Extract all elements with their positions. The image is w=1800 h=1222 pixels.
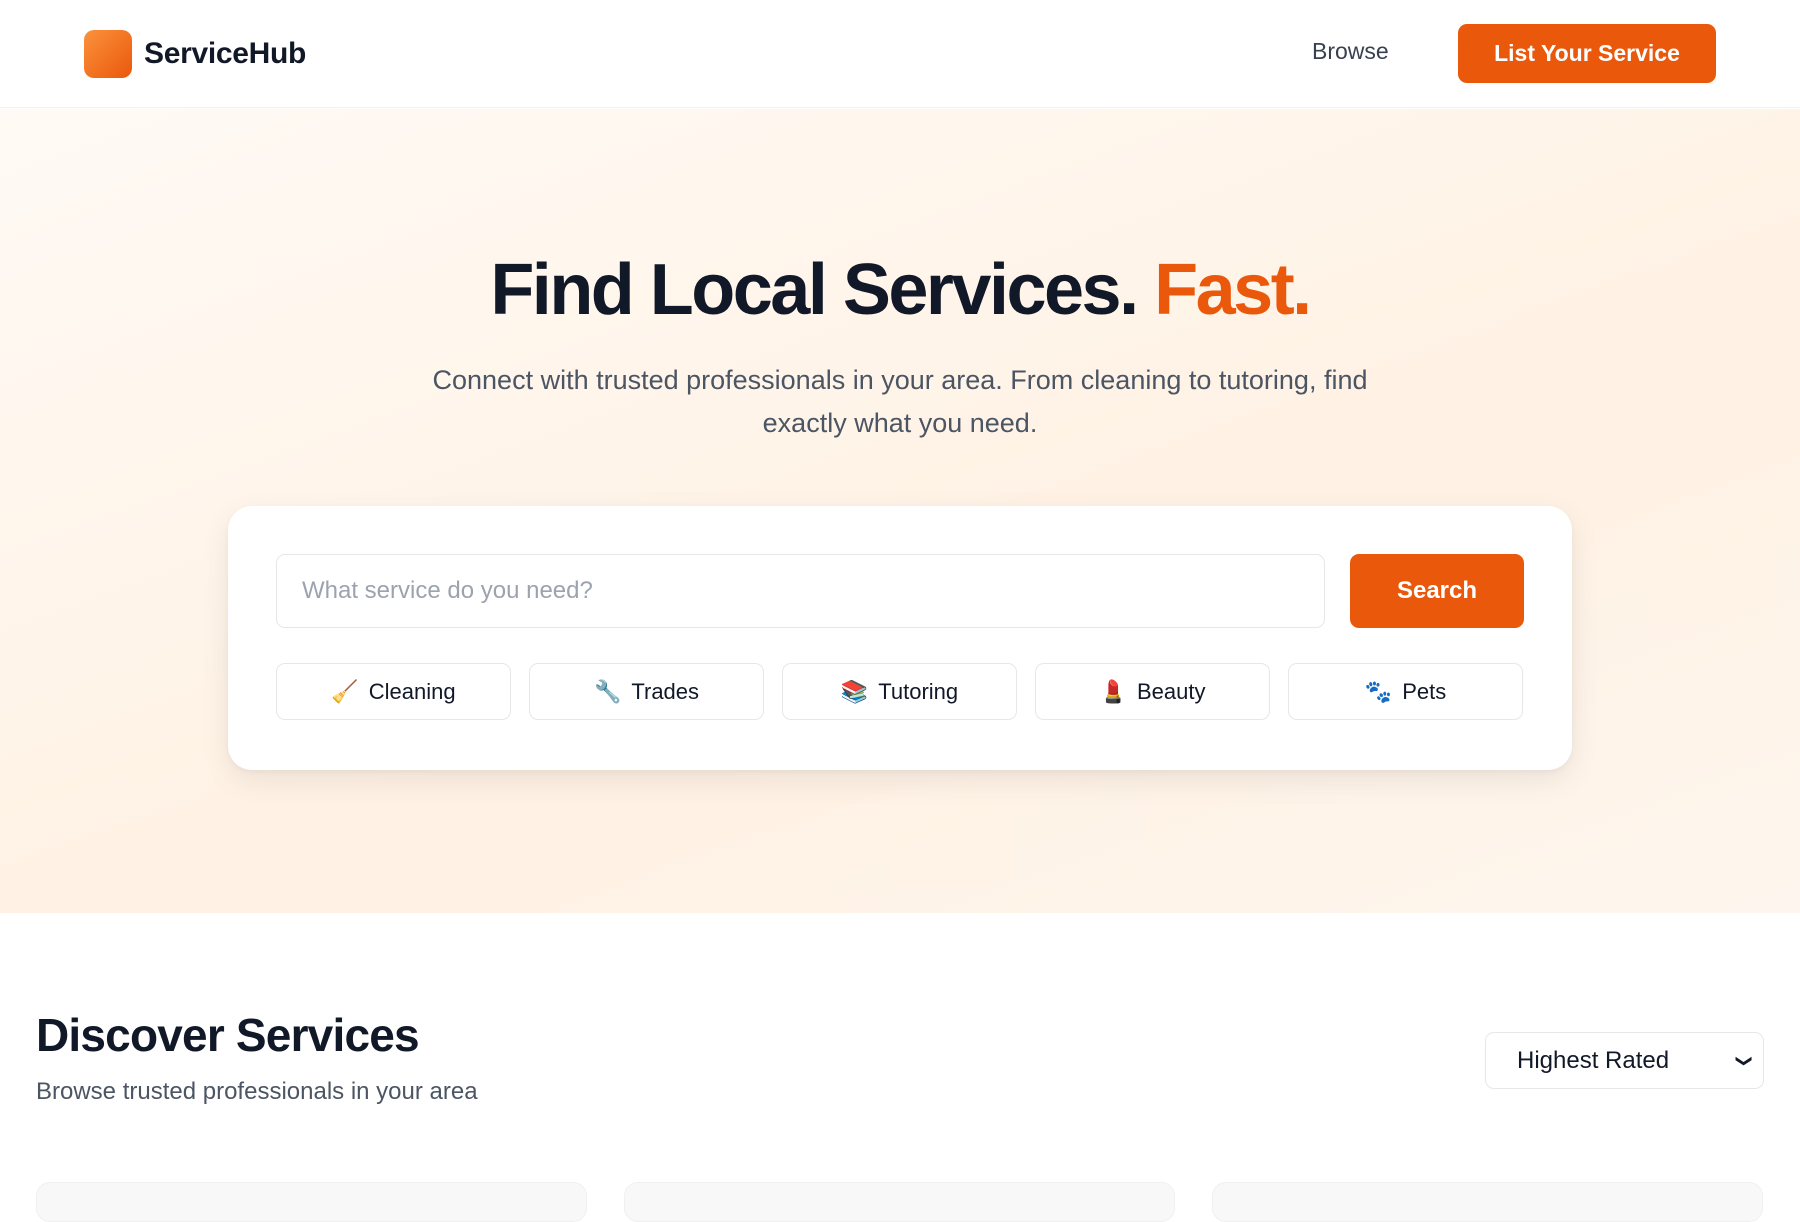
category-chip-label: Trades — [631, 678, 700, 704]
hero-section: Find Local Services. Fast. Connect with … — [0, 109, 1800, 913]
brand-name: ServiceHub — [144, 37, 307, 70]
discover-subtitle: Browse trusted professionals in your are… — [36, 1078, 478, 1105]
category-chip-tutoring[interactable]: 📚 Tutoring — [782, 663, 1017, 720]
lipstick-icon: 💄 — [1099, 678, 1127, 704]
hero-title-main: Find Local Services. — [490, 250, 1139, 330]
brand-logo-icon — [84, 30, 132, 78]
category-chip-cleaning[interactable]: 🧹 Cleaning — [276, 663, 511, 720]
sort-select[interactable]: Highest Rated ❯ — [1485, 1032, 1764, 1089]
brand[interactable]: ServiceHub — [84, 30, 306, 78]
hero-title-accent: Fast. — [1154, 250, 1312, 330]
category-chip-trades[interactable]: 🔧 Trades — [529, 663, 764, 720]
category-chip-label: Cleaning — [368, 678, 456, 704]
chevron-down-icon: ❯ — [1735, 1053, 1753, 1068]
broom-icon: 🧹 — [331, 678, 359, 704]
top-navigation-bar: ServiceHub Browse List Your Service — [0, 0, 1800, 108]
service-card[interactable] — [624, 1182, 1175, 1222]
service-search-input[interactable] — [276, 554, 1325, 628]
hero-subtitle: Connect with trusted professionals in yo… — [432, 365, 1368, 438]
category-chip-label: Pets — [1402, 678, 1447, 704]
category-chip-label: Tutoring — [878, 678, 959, 704]
list-your-service-button[interactable]: List Your Service — [1458, 24, 1716, 83]
service-card[interactable] — [1212, 1182, 1763, 1222]
sort-selected-value: Highest Rated — [1517, 1046, 1670, 1074]
category-chips: 🧹 Cleaning 🔧 Trades 📚 Tutoring 💄 Beauty … — [276, 663, 1523, 720]
service-card[interactable] — [36, 1182, 587, 1222]
category-chip-pets[interactable]: 🐾 Pets — [1288, 663, 1523, 720]
books-icon: 📚 — [840, 678, 869, 704]
wrench-icon: 🔧 — [593, 678, 622, 704]
category-chip-beauty[interactable]: 💄 Beauty — [1035, 663, 1270, 720]
category-chip-label: Beauty — [1136, 678, 1206, 704]
discover-title: Discover Services — [36, 1009, 420, 1061]
hero-title: Find Local Services. Fast. — [0, 249, 1800, 331]
paw-prints-icon: 🐾 — [1364, 678, 1393, 704]
nav-browse-link[interactable]: Browse — [1312, 38, 1389, 65]
search-button[interactable]: Search — [1350, 554, 1524, 628]
search-card: Search 🧹 Cleaning 🔧 Trades 📚 Tutoring 💄 … — [228, 506, 1572, 770]
